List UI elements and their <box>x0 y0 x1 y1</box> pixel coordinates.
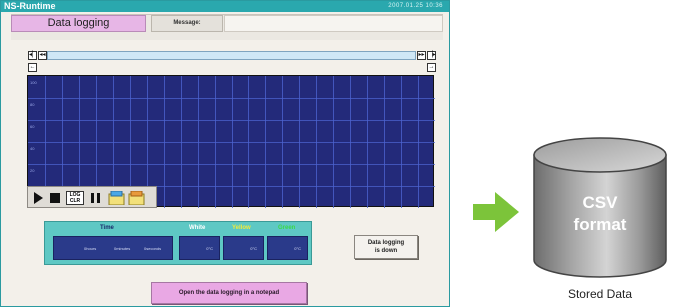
right-arrow-icon <box>473 192 519 232</box>
seconds-value: 0seconds <box>144 246 162 251</box>
message-label: Message: <box>151 15 223 32</box>
scroll-start-button[interactable]: ◂▏ <box>28 51 37 60</box>
page-title: Data logging <box>11 15 146 32</box>
scroll-forward-fast-button[interactable]: ▸▸ <box>417 51 426 60</box>
y-tick-label: 80 <box>30 102 35 107</box>
scroll-end-button[interactable]: ▕▸ <box>427 51 436 60</box>
print-icon[interactable] <box>108 191 126 205</box>
yellow-temp-value: 0°C <box>250 246 257 251</box>
save-icon[interactable] <box>128 191 146 205</box>
header-bar: Data logging Message: <box>11 14 443 40</box>
down-button-label: Data logging is down <box>367 240 405 254</box>
play-icon[interactable] <box>32 191 44 205</box>
open-notepad-button[interactable]: Open the data logging in a notepad <box>151 282 307 304</box>
y-tick-label: 40 <box>30 146 35 151</box>
white-temp-display: 0°C <box>179 236 220 260</box>
title-bar: NS-Runtime 2007.01.25 10:36 <box>1 1 449 12</box>
time-header: Time <box>100 225 114 231</box>
series-name-white: White <box>189 225 206 231</box>
scroll-left-arrow-icon[interactable]: ← <box>28 63 37 72</box>
yellow-temp-display: 0°C <box>223 236 264 260</box>
time-scrollbar[interactable] <box>47 51 416 60</box>
green-temp-value: 0°C <box>294 246 301 251</box>
csv-label: CSV <box>582 193 618 212</box>
minutes-value: 0minutes <box>114 246 131 251</box>
stop-icon[interactable] <box>49 191 61 205</box>
scroll-back-fast-button[interactable]: ◂◂ <box>38 51 47 60</box>
series-name-green: Green <box>278 225 296 231</box>
app-title: NS-Runtime <box>4 1 56 11</box>
pause-icon[interactable] <box>89 191 103 205</box>
y-tick-label: 60 <box>30 124 35 129</box>
stored-data-caption: Stored Data <box>567 287 633 301</box>
legend-panel: Time White Yellow Green 0hours 0minutes … <box>44 221 312 265</box>
hours-value: 0hours <box>84 246 97 251</box>
y-tick-label: 100 <box>30 80 37 85</box>
white-temp-value: 0°C <box>206 246 213 251</box>
scroll-right-arrow-icon[interactable]: → <box>427 63 436 72</box>
playback-controls: LOG CLR <box>27 186 157 208</box>
data-logging-down-button[interactable]: Data logging is down <box>354 235 418 259</box>
y-tick-label: 20 <box>30 168 35 173</box>
clock: 2007.01.25 10:36 <box>388 3 443 9</box>
log-clear-button[interactable]: LOG CLR <box>66 191 84 205</box>
format-label: format <box>573 215 627 234</box>
elapsed-time-display: 0hours 0minutes 0seconds <box>53 236 173 260</box>
series-name-yellow: Yellow <box>232 225 251 231</box>
green-temp-display: 0°C <box>267 236 308 260</box>
message-field <box>224 15 443 32</box>
